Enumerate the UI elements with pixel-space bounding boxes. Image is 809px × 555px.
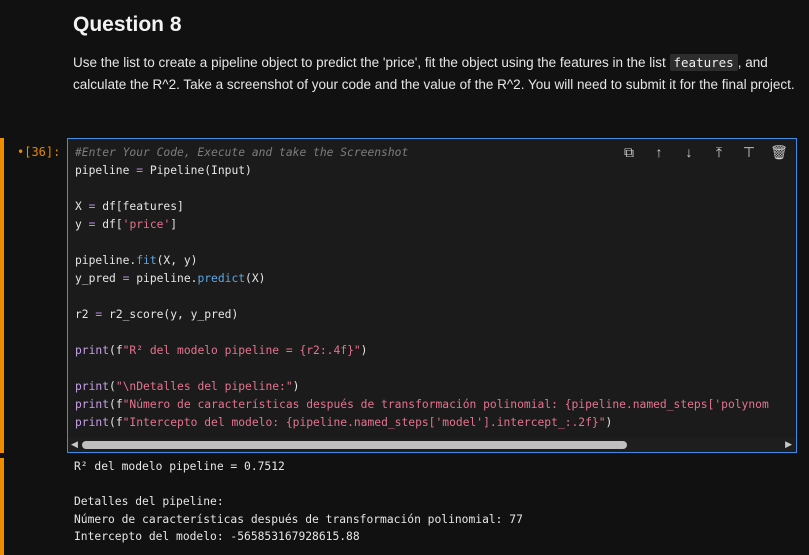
cell-output: R² del modelo pipeline = 0.7512 Detalles… [74,458,523,546]
inline-code-features: features [669,54,738,71]
code-line[interactable]: r2 = r2_score(y, y_pred) [75,308,238,321]
code-line[interactable]: print(f"Intercepto del modelo: {pipeline… [75,416,612,429]
code-content[interactable]: #Enter Your Code, Execute and take the S… [75,144,769,432]
code-line[interactable]: pipeline = Pipeline(Input) [75,164,252,177]
scroll-left-arrow-icon[interactable]: ◀ [71,439,78,450]
question-text-before: Use the list to create a pipeline object… [73,55,670,70]
scroll-right-arrow-icon[interactable]: ▶ [785,439,792,450]
code-line[interactable]: print(f"Número de características despué… [75,398,769,411]
output-line: Detalles del pipeline: [74,495,224,508]
code-line[interactable]: y = df['price'] [75,218,177,231]
cell-prompt: •[36]: [17,145,61,159]
question-title: Question 8 [73,13,182,36]
output-line: Número de características después de tra… [74,512,523,526]
question-text: Use the list to create a pipeline object… [73,52,798,96]
trash-icon[interactable]: 🗑 [770,144,788,161]
code-line[interactable]: X = df[features] [75,200,184,213]
code-line[interactable]: #Enter Your Code, Execute and take the S… [75,146,408,159]
scrollbar-thumb[interactable] [82,441,627,449]
cell-selection-bar[interactable] [0,138,4,453]
code-editor[interactable]: ⧉ ↑ ↓ ⤒ ⊤ 🗑 #Enter Your Code, Execute an… [67,138,797,453]
output-line: Intercepto del modelo: -565853167928615.… [74,530,360,543]
output-collapser-bar[interactable] [0,458,4,555]
code-line[interactable]: print("\nDetalles del pipeline:") [75,380,299,393]
code-line[interactable]: pipeline.fit(X, y) [75,254,197,267]
code-line[interactable]: print(f"R² del modelo pipeline = {r2:.4f… [75,344,367,357]
output-line: R² del modelo pipeline = 0.7512 [74,460,285,473]
code-line[interactable]: y_pred = pipeline.predict(X) [75,272,265,285]
horizontal-scrollbar[interactable]: ◀ ▶ [68,438,796,452]
